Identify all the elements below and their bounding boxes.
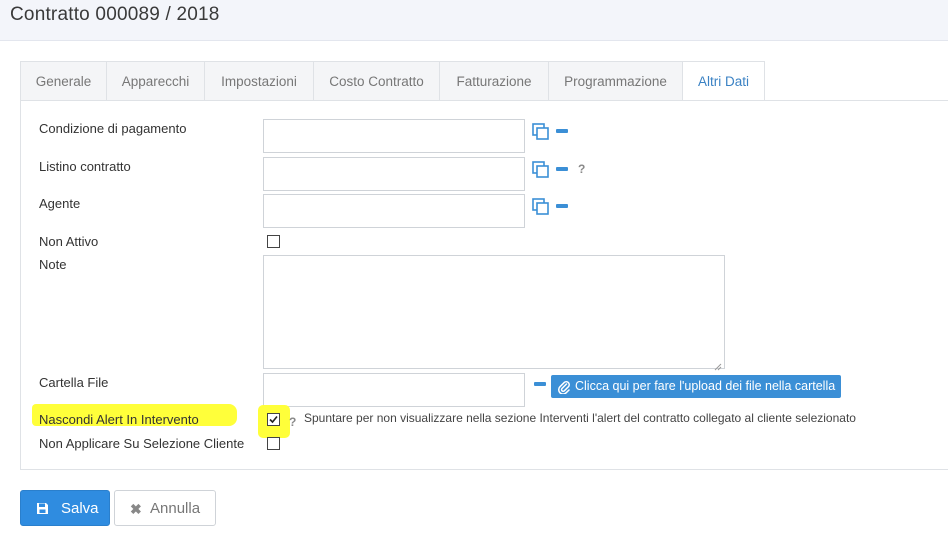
nascondi-alert-checkbox[interactable] — [267, 413, 280, 426]
help-icon[interactable]: ? — [289, 415, 296, 429]
remove-icon[interactable] — [556, 167, 568, 171]
help-icon[interactable]: ? — [578, 162, 585, 176]
upload-files-label: Clicca qui per fare l'upload dei file ne… — [575, 379, 836, 393]
cartella-file-input[interactable] — [263, 373, 525, 407]
tab-altri-dati[interactable]: Altri Dati — [682, 61, 765, 101]
nascondi-alert-hint: Spuntare per non visualizzare nella sezi… — [304, 411, 856, 425]
non-attivo-checkbox[interactable] — [267, 235, 280, 248]
condizione-pagamento-input[interactable] — [263, 119, 525, 153]
listino-contratto-input[interactable] — [263, 157, 525, 191]
page-title: Contratto 000089 / 2018 — [10, 4, 220, 25]
agente-input[interactable] — [263, 194, 525, 228]
resize-grip-icon[interactable] — [714, 358, 722, 371]
tab-impostazioni[interactable]: Impostazioni — [204, 61, 314, 100]
non-applicare-checkbox[interactable] — [267, 437, 280, 450]
agente-label: Agente — [39, 196, 81, 211]
save-button[interactable]: Salva — [20, 490, 110, 526]
tab-costo-contratto[interactable]: Costo Contratto — [313, 61, 440, 100]
tab-generale[interactable]: Generale — [20, 61, 107, 100]
non-applicare-label: Non Applicare Su Selezione Cliente — [39, 436, 245, 451]
remove-icon[interactable] — [534, 382, 546, 386]
copy-icon[interactable] — [532, 123, 550, 141]
paperclip-icon — [558, 379, 570, 402]
listino-contratto-label: Listino contratto — [39, 159, 131, 174]
upload-files-button[interactable]: Clicca qui per fare l'upload dei file ne… — [551, 375, 841, 398]
cancel-label: Annulla — [150, 500, 201, 517]
tab-programmazione[interactable]: Programmazione — [548, 61, 683, 100]
floppy-disk-icon — [36, 502, 49, 519]
tab-apparecchi[interactable]: Apparecchi — [106, 61, 205, 100]
note-label: Note — [39, 257, 67, 272]
cancel-button[interactable]: ✖ Annulla — [114, 490, 216, 526]
remove-icon[interactable] — [556, 129, 568, 133]
close-icon: ✖ — [130, 501, 142, 517]
cartella-file-label: Cartella File — [39, 375, 109, 390]
non-attivo-label: Non Attivo — [39, 234, 99, 249]
tab-fatturazione[interactable]: Fatturazione — [439, 61, 549, 100]
remove-icon[interactable] — [556, 204, 568, 208]
nascondi-alert-label: Nascondi Alert In Intervento — [39, 412, 199, 427]
copy-icon[interactable] — [532, 161, 550, 179]
copy-icon[interactable] — [532, 198, 550, 216]
note-textarea[interactable] — [263, 255, 725, 371]
save-label: Salva — [61, 500, 99, 517]
page-header: Contratto 000089 / 2018 — [0, 0, 948, 41]
condizione-pagamento-label: Condizione di pagamento — [39, 121, 187, 136]
checkmark-icon — [269, 415, 278, 424]
